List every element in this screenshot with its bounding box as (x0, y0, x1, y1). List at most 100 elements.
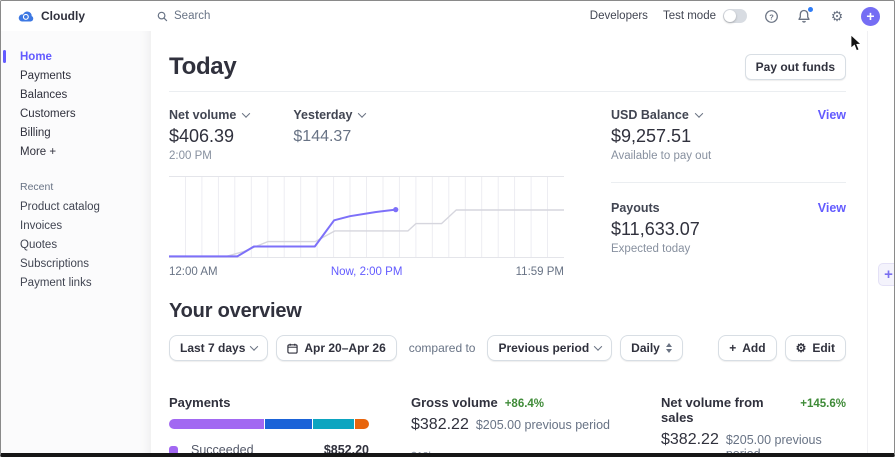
date-picker-button[interactable]: Apr 20–Apr 26 (276, 335, 397, 361)
settings-button[interactable]: ⚙ (828, 7, 846, 25)
sidebar-item-label: Home (20, 50, 52, 63)
app-window: Cloudly Search Developers Test mode ? ⚙ … (0, 0, 895, 457)
notifications-button[interactable] (795, 7, 813, 25)
chevron-down-icon (358, 109, 367, 118)
usd-balance-view-link[interactable]: View (818, 108, 846, 122)
overview-filter-row: Last 7 days Apr 20–Apr 26 compared to Pr… (169, 335, 846, 361)
net-volume-time: 2:00 PM (169, 150, 212, 162)
date-picker-label: Apr 20–Apr 26 (304, 341, 386, 355)
gross-volume-previous: $205.00 previous period (475, 418, 610, 432)
sidebar-item-payment-links[interactable]: Payment links (1, 273, 151, 292)
chevron-down-icon (250, 342, 259, 351)
sidebar-item-customers[interactable]: Customers (1, 104, 151, 123)
calendar-icon (287, 343, 299, 354)
sidebar-item-product-catalog[interactable]: Product catalog (1, 197, 151, 216)
payments-row-amount: $852.20 (323, 443, 369, 453)
payouts-label: Payouts (611, 201, 660, 215)
sidebar-item-quotes[interactable]: Quotes (1, 235, 151, 254)
compare-period-dropdown[interactable]: Previous period (487, 335, 613, 361)
scrollbar-track[interactable] (867, 31, 868, 453)
succeeded-dot (169, 445, 178, 453)
edit-widgets-button[interactable]: ⚙ Edit (784, 335, 846, 361)
x-axis-now-label: Now, 2:00 PM (330, 266, 403, 278)
floating-add-button[interactable]: + (878, 263, 894, 286)
gross-volume-delta: +86.4% (504, 398, 545, 410)
section-divider (169, 91, 846, 92)
sidebar-item-label: More + (20, 145, 57, 158)
sidebar-item-subscriptions[interactable]: Subscriptions (1, 254, 151, 273)
help-button[interactable]: ? (762, 7, 780, 25)
sidebar-item-balances[interactable]: Balances (1, 85, 151, 104)
sidebar: Home Payments Balances Customers Billing… (1, 31, 151, 453)
net-volume-chart: 12:00 AM Now, 2:00 PM 11:59 PM (169, 176, 564, 278)
pay-out-funds-button[interactable]: Pay out funds (744, 54, 846, 80)
sidebar-item-payments[interactable]: Payments (1, 66, 151, 85)
main-content: Today Pay out funds Net volume $406.39 2… (151, 31, 894, 453)
payouts-view-link[interactable]: View (818, 201, 846, 215)
bar-segment-failed (355, 419, 369, 429)
up-down-arrows-icon (665, 343, 672, 353)
x-axis-start-label: 12:00 AM (169, 266, 218, 278)
test-mode-label: Test mode (662, 10, 716, 22)
net-volume-sales-widget: Net volume from sales +145.6% $382.22 $2… (661, 395, 846, 453)
page-title-today: Today (169, 53, 237, 80)
notification-dot (808, 7, 813, 12)
test-mode-control: Test mode (663, 9, 747, 23)
help-icon: ? (764, 9, 778, 23)
net-volume-value: $406.39 (169, 126, 235, 146)
date-range-dropdown[interactable]: Last 7 days (169, 335, 269, 361)
net-volume-sales-title: Net volume from sales (661, 395, 764, 425)
plus-icon: + (729, 341, 737, 355)
toggle-knob (724, 10, 736, 22)
create-button[interactable]: + (861, 6, 880, 26)
sidebar-item-label: Quotes (20, 238, 58, 251)
payments-row-succeeded[interactable]: Succeeded $852.20 (169, 436, 369, 453)
sidebar-item-label: Billing (20, 126, 51, 139)
gross-volume-value: $382.22 (411, 416, 469, 433)
net-volume-line-chart (169, 176, 564, 258)
gross-volume-axis-label: $12k (411, 450, 619, 453)
yesterday-stat: Yesterday $144.37 (293, 108, 367, 162)
payouts-value: $11,633.07 (611, 219, 700, 239)
compared-to-label: compared to (408, 341, 476, 355)
net-volume-selector[interactable]: Net volume (169, 108, 251, 122)
sidebar-item-label: Subscriptions (20, 257, 90, 270)
usd-balance-block: USD Balance View $9,257.51 Available to … (611, 108, 846, 162)
stat-label-text: USD Balance (611, 108, 689, 122)
sidebar-item-billing[interactable]: Billing (1, 123, 151, 142)
add-label: Add (742, 341, 766, 355)
gross-volume-widget: Gross volume +86.4% $382.22 $205.00 prev… (411, 395, 619, 453)
bar-segment-refunded (312, 419, 355, 429)
plus-icon: + (884, 266, 893, 283)
payments-widget: Payments Succeeded $852.20 Uncaptured $4… (169, 395, 369, 453)
sidebar-item-label: Payments (20, 69, 72, 82)
gear-icon: ⚙ (795, 341, 807, 355)
granularity-dropdown[interactable]: Daily (620, 335, 683, 361)
plus-icon: + (866, 8, 875, 24)
stat-label-text: Net volume (169, 108, 237, 122)
search-icon (157, 11, 168, 21)
sidebar-item-invoices[interactable]: Invoices (1, 216, 151, 235)
stat-label-text: Yesterday (293, 108, 353, 122)
yesterday-selector[interactable]: Yesterday (293, 108, 367, 122)
balance-divider (611, 182, 846, 183)
x-axis-end-label: 11:59 PM (515, 266, 564, 278)
sidebar-item-home[interactable]: Home (1, 47, 151, 66)
active-indicator (3, 50, 6, 63)
add-widget-button[interactable]: + Add (718, 335, 777, 361)
payouts-subtext: Expected today (611, 243, 691, 255)
bar-segment-succeeded (169, 419, 264, 429)
search-input[interactable]: Search (157, 10, 210, 22)
sidebar-item-more[interactable]: More + (1, 142, 151, 161)
usd-balance-selector[interactable]: USD Balance (611, 108, 704, 122)
test-mode-toggle[interactable] (723, 9, 747, 23)
chevron-down-icon (694, 109, 704, 118)
bar-segment-uncaptured (264, 419, 312, 429)
net-volume-sales-delta: +145.6% (800, 398, 846, 410)
svg-text:?: ? (769, 12, 774, 21)
chevron-down-icon (593, 342, 603, 351)
developers-link[interactable]: Developers (590, 10, 648, 22)
net-volume-stat: Net volume $406.39 2:00 PM (169, 108, 251, 162)
sidebar-item-label: Balances (20, 88, 68, 101)
usd-balance-subtext: Available to pay out (611, 150, 712, 162)
